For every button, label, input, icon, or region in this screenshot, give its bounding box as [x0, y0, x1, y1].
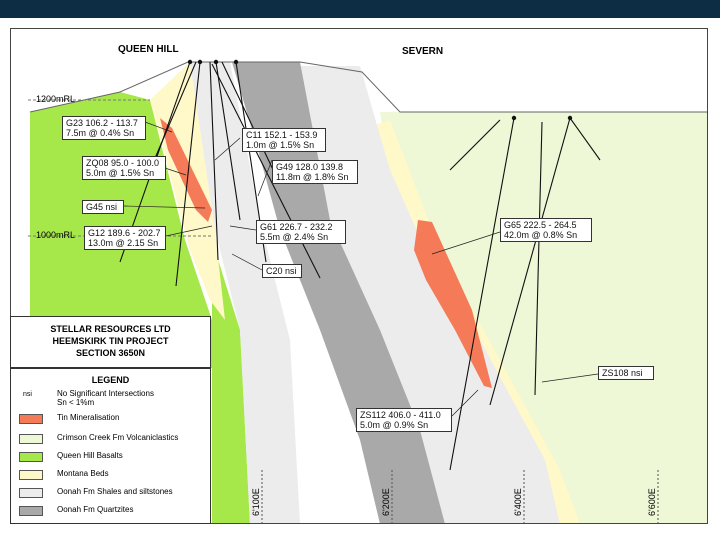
- intercept-g23: G23 106.2 - 113.7 7.5m @ 0.4% Sn: [62, 116, 146, 140]
- title-block: STELLAR RESOURCES LTD HEEMSKIRK TIN PROJ…: [10, 316, 211, 368]
- legend-title: LEGEND: [91, 375, 130, 385]
- legend-item-label: Oonah Fm Shales and siltstones: [57, 487, 173, 496]
- intercept-grade: 7.5m @ 0.4% Sn: [66, 128, 135, 138]
- title-company: STELLAR RESOURCES LTD: [50, 324, 171, 334]
- legend-item-label: Tin Mineralisation: [57, 413, 120, 422]
- title-project: HEEMSKIRK TIN PROJECT: [52, 336, 169, 346]
- legend-item-label: Montana Beds: [57, 469, 109, 478]
- easting-label: 6'600E: [647, 488, 657, 516]
- intercept-hole: G12 189.6 - 202.7: [88, 228, 161, 238]
- legend-item-label: Crimson Creek Fm Volcaniclastics: [57, 433, 179, 442]
- legend: LEGEND nsi No Significant Intersections S…: [10, 368, 211, 524]
- section-label-severn: SEVERN: [402, 46, 444, 57]
- intercept-hole: ZS112 406.0 - 411.0: [360, 410, 441, 420]
- easting-label: 6'400E: [513, 488, 523, 516]
- intercept-zs108: ZS108 nsi: [598, 366, 654, 380]
- intercept-g49: G49 128.0 139.8 11.8m @ 1.8% Sn: [272, 160, 358, 184]
- legend-item-label: No Significant Intersections Sn < 1%m: [57, 389, 154, 407]
- rl-label-1000: 1000mRL: [36, 230, 76, 240]
- legend-swatch: [19, 506, 43, 516]
- intercept-grade: 5.5m @ 2.4% Sn: [260, 232, 329, 242]
- intercept-grade: 13.0m @ 2.15 Sn: [88, 238, 159, 248]
- intercept-c11: C11 152.1 - 153.9 1.0m @ 1.5% Sn: [242, 128, 326, 152]
- intercept-hole: G23 106.2 - 113.7: [66, 118, 138, 128]
- section-label-queen-hill: QUEEN HILL: [118, 44, 179, 55]
- intercept-grade: 11.8m @ 1.8% Sn: [276, 172, 349, 182]
- legend-swatch: [19, 470, 43, 480]
- legend-swatch: [19, 414, 43, 424]
- intercept-hole: G65 222.5 - 264.5: [504, 220, 577, 230]
- legend-swatch: [19, 488, 43, 498]
- intercept-zs112: ZS112 406.0 - 411.0 5.0m @ 0.9% Sn: [356, 408, 452, 432]
- legend-item-label: Oonah Fm Quartzites: [57, 505, 134, 514]
- intercept-zq08: ZQ08 95.0 - 100.0 5.0m @ 1.5% Sn: [82, 156, 166, 180]
- intercept-grade: 1.0m @ 1.5% Sn: [246, 140, 315, 150]
- intercept-grade: 5.0m @ 0.9% Sn: [360, 420, 429, 430]
- title-section: SECTION 3650N: [75, 348, 146, 358]
- intercept-g12: G12 189.6 - 202.7 13.0m @ 2.15 Sn: [84, 226, 166, 250]
- intercept-grade: 42.0m @ 0.8% Sn: [504, 230, 578, 240]
- intercept-hole: ZS108 nsi: [602, 368, 643, 378]
- rl-label-1200: 1200mRL: [36, 94, 76, 104]
- legend-nsi-symbol: nsi: [23, 391, 32, 398]
- intercept-hole: G61 226.7 - 232.2: [260, 222, 333, 232]
- easting-label: 6'200E: [381, 488, 391, 516]
- intercept-hole: G49 128.0 139.8: [276, 162, 344, 172]
- easting-label: 6'100E: [251, 488, 261, 516]
- intercept-c20: C20 nsi: [262, 264, 302, 278]
- intercept-grade: 5.0m @ 1.5% Sn: [86, 168, 155, 178]
- intercept-g61: G61 226.7 - 232.2 5.5m @ 2.4% Sn: [256, 220, 346, 244]
- intercept-hole: C11 152.1 - 153.9: [246, 130, 318, 140]
- legend-item-label: Queen Hill Basalts: [57, 451, 123, 460]
- legend-swatch: [19, 452, 43, 462]
- intercept-hole: C20 nsi: [266, 266, 297, 276]
- intercept-hole: ZQ08 95.0 - 100.0: [86, 158, 160, 168]
- intercept-hole: G45 nsi: [86, 202, 118, 212]
- legend-swatch: [19, 434, 43, 444]
- intercept-g65: G65 222.5 - 264.5 42.0m @ 0.8% Sn: [500, 218, 592, 242]
- intercept-g45: G45 nsi: [82, 200, 124, 214]
